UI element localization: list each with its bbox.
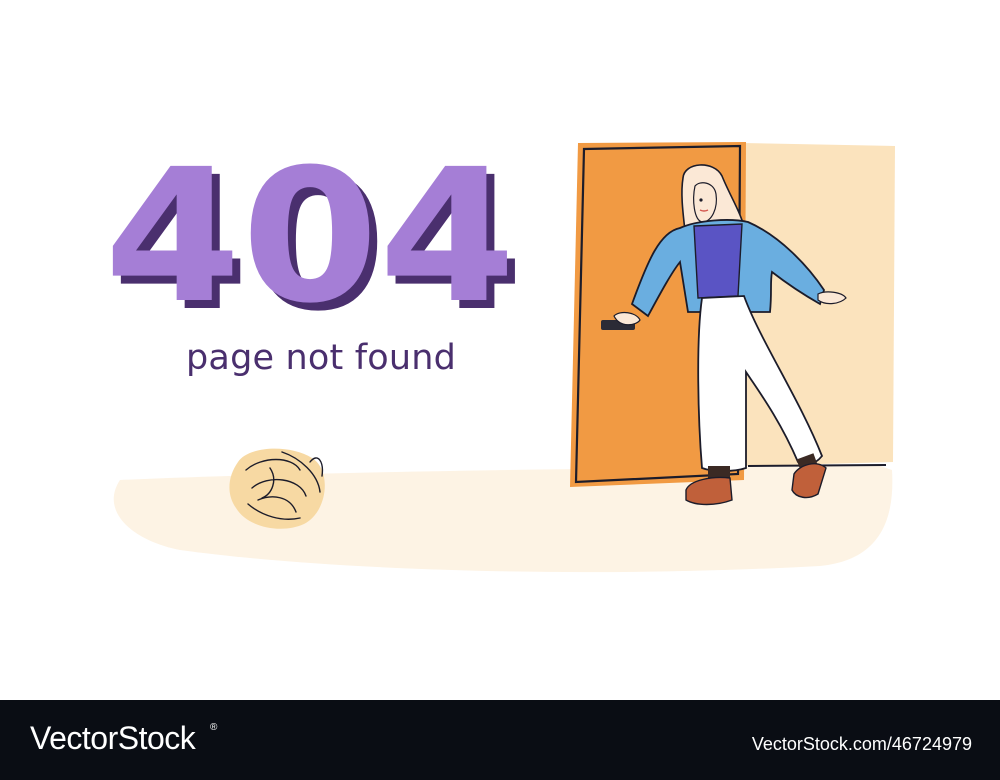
error-code: 404 404 bbox=[104, 128, 534, 328]
error-page: 404 404 page not found VectorStock ® Vec… bbox=[0, 0, 1000, 780]
asset-url[interactable]: VectorStock.com/46724979 bbox=[752, 734, 972, 755]
error-message: page not found bbox=[186, 338, 457, 378]
registered-mark: ® bbox=[210, 722, 218, 733]
brand-logo[interactable]: VectorStock bbox=[30, 720, 196, 757]
error-code-text: 404 bbox=[104, 130, 516, 328]
footer-bar: VectorStock ® VectorStock.com/46724979 bbox=[0, 700, 1000, 780]
illustration-scene bbox=[113, 142, 895, 573]
tumbleweed-icon bbox=[229, 448, 325, 529]
